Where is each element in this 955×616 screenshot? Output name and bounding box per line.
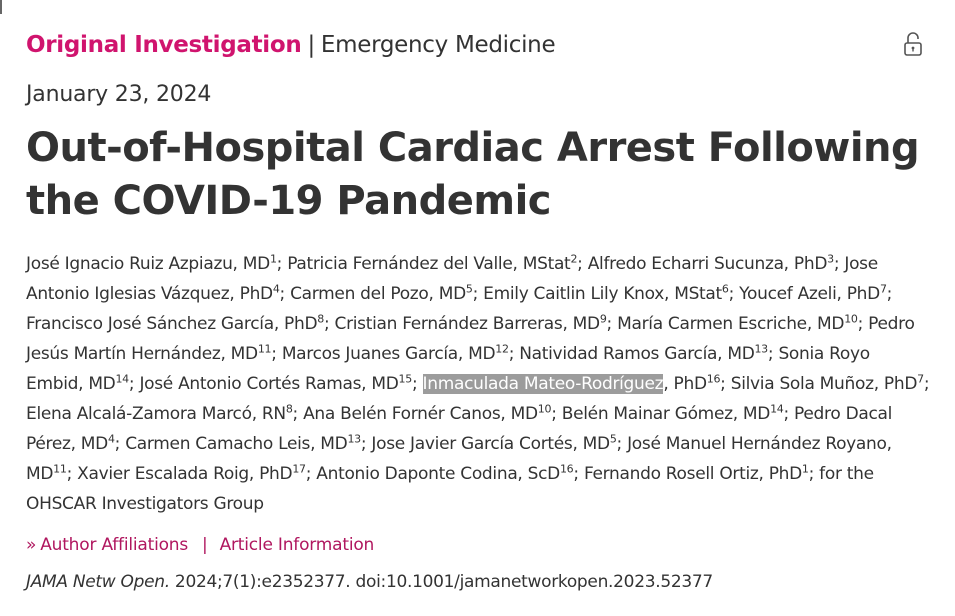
article-type-header: Original Investigation | Emergency Medicin… (26, 30, 556, 60)
author-name: Cristian Fernández Barreras, MD (334, 314, 601, 334)
citation: JAMA Netw Open. 2024;7(1):e2352377. doi:… (26, 570, 713, 594)
author-name: Inmaculada Mateo-Rodríguez (422, 374, 664, 394)
author-name: Patricia Fernández del Valle, MStat (287, 254, 571, 274)
author-name: Emily Caitlin Lily Knox, MStat (483, 284, 722, 304)
affiliation-marker[interactable]: 16 (560, 462, 574, 475)
author-degree: , PhD (663, 374, 707, 394)
affiliation-marker[interactable]: 7 (917, 372, 924, 385)
author-affiliations-link[interactable]: Author Affiliations (40, 535, 188, 555)
author-name: Belén Mainar Gómez, MD (561, 404, 771, 424)
affiliation-marker[interactable]: 12 (495, 342, 509, 355)
citation-journal: JAMA Netw Open. (26, 572, 170, 592)
author-name: José Ignacio Ruiz Azpiazu, MD (26, 254, 270, 274)
author-name: Elena Alcalá-Zamora Marcó, RN (26, 404, 286, 424)
category-link[interactable]: Original Investigation (26, 32, 302, 58)
affiliation-marker[interactable]: 5 (466, 282, 473, 295)
affiliation-marker[interactable]: 3 (827, 252, 834, 265)
header-separator: | (307, 32, 315, 58)
affiliation-marker[interactable]: 16 (707, 372, 721, 385)
affiliation-marker[interactable]: 1 (270, 252, 277, 265)
author-name: Xavier Escalada Roig, PhD (77, 464, 293, 484)
affiliation-marker[interactable]: 2 (570, 252, 577, 265)
affiliation-marker[interactable]: 8 (286, 402, 293, 415)
article-links: » Author Affiliations | Article Information (26, 533, 374, 557)
affiliation-marker[interactable]: 6 (722, 282, 729, 295)
author-name: Jose Javier García Cortés, MD (371, 434, 610, 454)
author-list: José Ignacio Ruiz Azpiazu, MD1; Patricia… (26, 252, 930, 514)
affiliation-marker[interactable]: 5 (610, 432, 617, 445)
affiliation-marker[interactable]: 11 (258, 342, 272, 355)
affiliation-marker[interactable]: 14 (770, 402, 784, 415)
author-name: Carmen del Pozo, MD (290, 284, 466, 304)
text-cursor (0, 0, 2, 14)
affiliation-marker[interactable]: 4 (273, 282, 280, 295)
author-name: Natividad Ramos García, MD (519, 344, 755, 364)
affiliation-marker[interactable]: 13 (754, 342, 768, 355)
affiliation-marker[interactable]: 1 (802, 462, 809, 475)
author-name: Fernando Rosell Ortiz, PhD (583, 464, 802, 484)
author-name: Antonio Daponte Codina, ScD (316, 464, 560, 484)
double-chevron-right-icon: » (26, 535, 37, 555)
author-name: Ana Belén Fornér Canos, MD (303, 404, 538, 424)
affiliation-marker[interactable]: 10 (538, 402, 552, 415)
author-name: Carmen Camacho Leis, MD (125, 434, 348, 454)
author-name: Youcef Azeli, PhD (739, 284, 880, 304)
citation-details: 2024;7(1):e2352377. doi:10.1001/jamanetw… (174, 572, 713, 592)
publication-date: January 23, 2024 (26, 82, 212, 107)
subcategory-link[interactable]: Emergency Medicine (321, 32, 556, 58)
affiliation-marker[interactable]: 9 (600, 312, 607, 325)
affiliation-marker[interactable]: 7 (880, 282, 887, 295)
author-name: María Carmen Escriche, MD (617, 314, 845, 334)
affiliation-marker[interactable]: 10 (844, 312, 858, 325)
affiliation-marker[interactable]: 14 (115, 372, 129, 385)
affiliation-marker[interactable]: 17 (292, 462, 306, 475)
affiliation-marker[interactable]: 13 (347, 432, 361, 445)
links-divider: | (202, 535, 208, 555)
article-title: Out-of-Hospital Cardiac Arrest Following… (26, 125, 920, 224)
unlocked-padlock-icon[interactable] (902, 30, 924, 58)
author-name: Silvia Sola Muñoz, PhD (730, 374, 918, 394)
affiliation-marker[interactable]: 11 (53, 462, 67, 475)
author-name: José Antonio Cortés Ramas, MD (139, 374, 399, 394)
affiliation-marker[interactable]: 15 (399, 372, 413, 385)
author-name: Marcos Juanes García, MD (281, 344, 496, 364)
author-name: Alfredo Echarri Sucunza, PhD (587, 254, 828, 274)
author-name: Francisco José Sánchez García, PhD (26, 314, 318, 334)
affiliation-marker[interactable]: 4 (108, 432, 115, 445)
affiliation-marker[interactable]: 8 (317, 312, 324, 325)
article-information-link[interactable]: Article Information (220, 535, 375, 555)
